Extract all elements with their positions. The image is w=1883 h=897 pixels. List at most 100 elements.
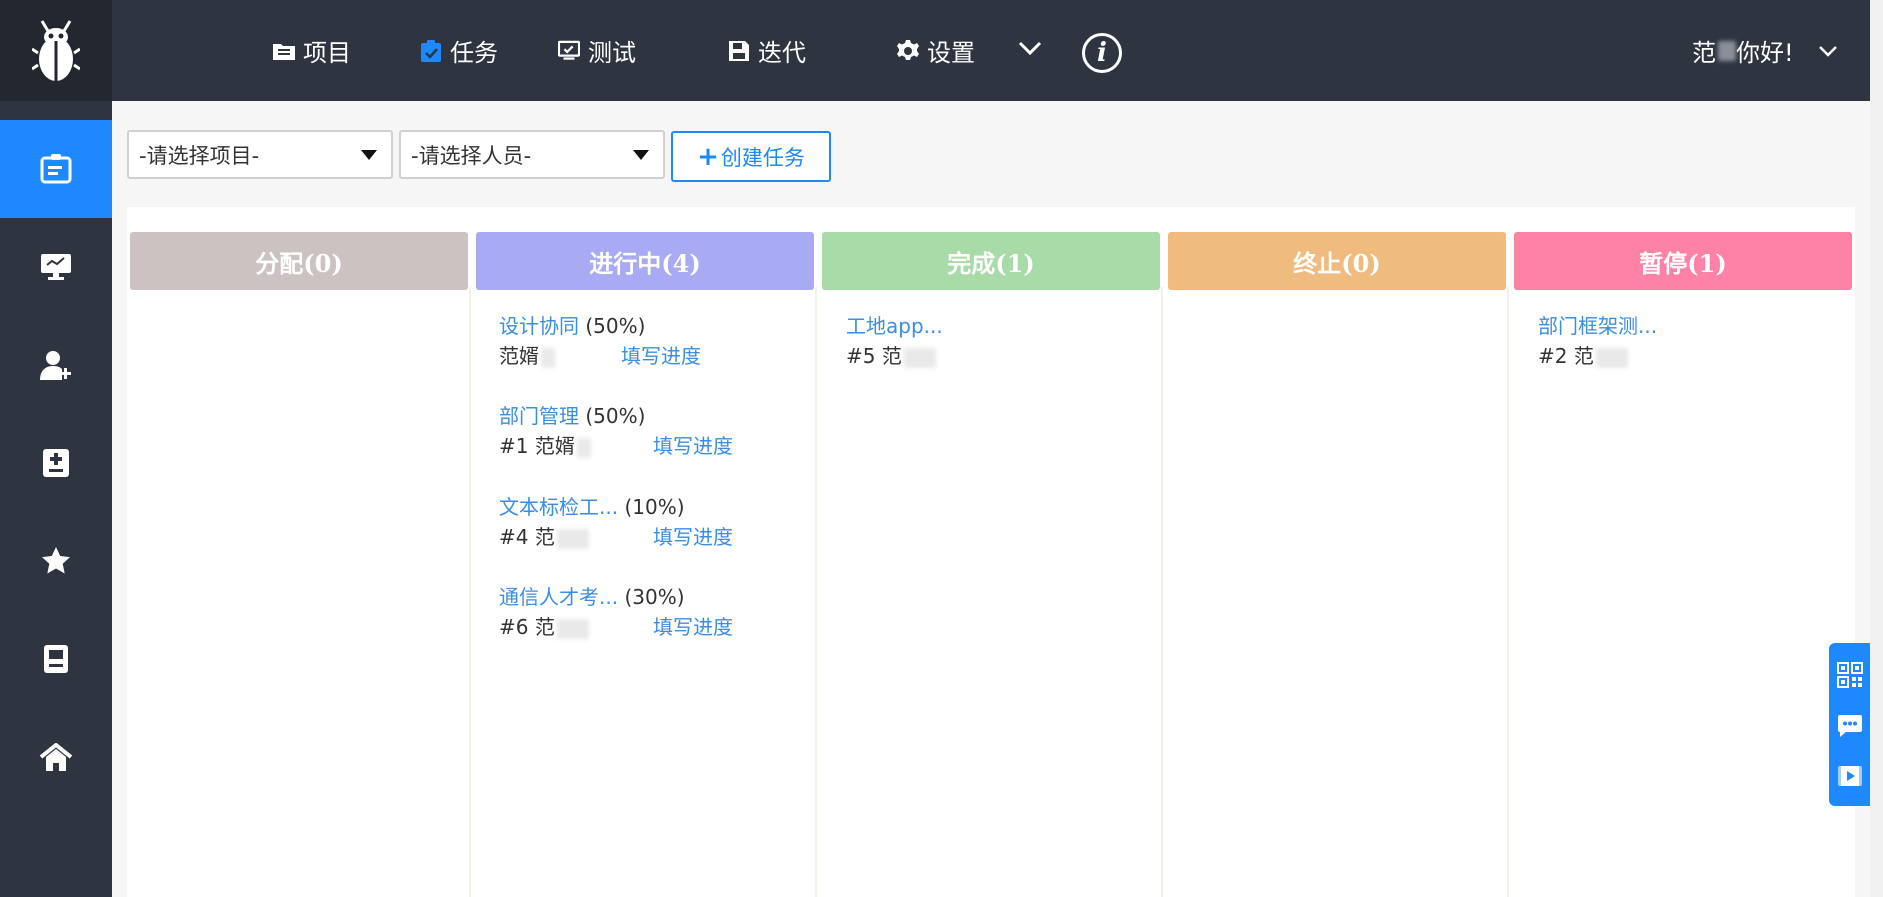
fill-progress-link[interactable]: 填写进度 (653, 521, 733, 550)
monitor-check-icon (558, 40, 580, 62)
fill-progress-link[interactable]: 填写进度 (653, 611, 733, 640)
task-progress: (30%) (624, 585, 685, 609)
task-owner: 范 (534, 615, 555, 639)
task-owner: 范 (1573, 344, 1594, 368)
task-name-link[interactable]: 工地app... (846, 314, 943, 338)
nav-item-projects[interactable]: 项目 (273, 0, 351, 101)
sidebar-item-home[interactable] (0, 708, 112, 806)
nav-label: 迭代 (758, 39, 806, 67)
chat-icon[interactable] (1837, 714, 1863, 738)
info-icon[interactable]: i (1082, 33, 1122, 73)
task-progress: (50%) (585, 404, 646, 428)
nav-item-iterations[interactable]: 迭代 (728, 0, 806, 101)
task-card: 通信人才考... (30%) #6 范 填写进度 (499, 581, 799, 641)
task-card: 文本标检工... (10%) #4 范 填写进度 (499, 491, 799, 551)
page-scrollbar[interactable] (1870, 0, 1883, 897)
task-progress: (50%) (585, 314, 646, 338)
redacted-name (556, 528, 589, 549)
sidebar-item-task-board[interactable] (0, 120, 112, 218)
qr-code-icon[interactable] (1836, 662, 1863, 689)
nav-label: 项目 (303, 39, 351, 67)
home-icon (39, 743, 73, 771)
task-board-icon (40, 154, 72, 184)
nav-label: 测试 (588, 39, 636, 67)
sidebar-item-monitor[interactable] (0, 218, 112, 316)
fill-progress-link[interactable]: 填写进度 (621, 340, 701, 369)
nav-item-tasks[interactable]: 任务 (420, 0, 498, 101)
clipboard-icon (420, 39, 442, 62)
floating-toolbar (1829, 643, 1870, 806)
nav-item-settings[interactable]: 设置 (897, 0, 975, 101)
task-card: 工地app... #5 范 (846, 310, 1146, 370)
task-owner: 范婿 (534, 434, 575, 458)
column-divider (1507, 287, 1509, 897)
chevron-down-icon[interactable] (1018, 40, 1042, 56)
monitor-icon (41, 254, 71, 280)
column-divider (1161, 287, 1163, 897)
caret-down-icon (633, 150, 649, 160)
person-select[interactable]: -请选择人员- (399, 130, 665, 179)
task-progress: (10%) (624, 495, 685, 519)
nav-label: 任务 (450, 39, 498, 67)
task-id: #4 (499, 525, 529, 549)
nav-item-tests[interactable]: 测试 (558, 0, 636, 101)
column-in-progress: 进行中(4) 设计协同 (50%) 范婿 填写进度 部门管理 (50%) #1 … (473, 207, 819, 897)
redacted-name (556, 618, 589, 639)
task-name-link[interactable]: 部门管理 (499, 404, 579, 428)
task-id: #2 (1538, 344, 1568, 368)
task-card: 部门管理 (50%) #1 范婿 填写进度 (499, 400, 799, 460)
column-terminated: 终止(0) (1165, 207, 1511, 897)
task-owner: 范 (881, 344, 902, 368)
column-paused: 暂停(1) 部门框架测... #2 范 (1511, 207, 1855, 897)
project-select[interactable]: -请选择项目- (127, 130, 393, 179)
plus-icon: + (697, 141, 719, 172)
gear-icon (897, 39, 919, 62)
nav-label: 设置 (927, 39, 975, 67)
task-id: #5 (846, 344, 876, 368)
column-header[interactable]: 终止(0) (1168, 232, 1506, 290)
create-task-button[interactable]: + 创建任务 (671, 131, 831, 182)
user-menu[interactable]: 范 你好! (1692, 0, 1838, 101)
redacted-name (576, 437, 591, 458)
person-select-value: -请选择人员- (411, 143, 532, 168)
task-owner: 范 (534, 525, 555, 549)
redacted-name (903, 347, 936, 368)
caret-down-icon (361, 150, 377, 160)
redacted-name (1718, 40, 1736, 61)
sidebar-item-add-user[interactable] (0, 316, 112, 414)
task-card: 部门框架测... #2 范 (1538, 310, 1838, 370)
star-icon (42, 547, 70, 574)
column-header[interactable]: 完成(1) (822, 232, 1160, 290)
task-name-link[interactable]: 通信人才考... (499, 585, 618, 609)
user-greeting: 你好! (1736, 39, 1794, 67)
app-logo[interactable] (0, 0, 112, 101)
redacted-name (541, 347, 555, 368)
document-plus-minus-icon (43, 449, 69, 477)
sidebar-item-document[interactable] (0, 414, 112, 512)
task-board: 分配(0) 进行中(4) 设计协同 (50%) 范婿 填写进度 部门管理 (50… (127, 207, 1855, 897)
task-name-link[interactable]: 设计协同 (499, 314, 579, 338)
column-divider (815, 287, 817, 897)
project-select-value: -请选择项目- (139, 143, 260, 168)
task-owner: 范婿 (499, 344, 539, 368)
sidebar-item-favorites[interactable] (0, 512, 112, 610)
task-card: 设计协同 (50%) 范婿 填写进度 (499, 310, 799, 370)
sidebar-item-contacts[interactable] (0, 610, 112, 708)
task-name-link[interactable]: 部门框架测... (1538, 314, 1657, 338)
chevron-down-icon (1818, 45, 1837, 57)
column-header[interactable]: 暂停(1) (1514, 232, 1852, 290)
redacted-name (1595, 347, 1628, 368)
video-icon[interactable] (1837, 765, 1863, 787)
folder-icon (273, 40, 295, 62)
column-header[interactable]: 分配(0) (130, 232, 468, 290)
task-name-link[interactable]: 文本标检工... (499, 495, 618, 519)
column-divider (469, 287, 471, 897)
column-header[interactable]: 进行中(4) (476, 232, 814, 290)
column-done: 完成(1) 工地app... #5 范 (819, 207, 1165, 897)
contact-card-icon (44, 645, 68, 673)
fill-progress-link[interactable]: 填写进度 (653, 430, 733, 459)
top-navbar: 项目 任务 测试 迭代 设置 i 范 你好! (0, 0, 1870, 101)
sidebar (0, 101, 112, 897)
user-name: 范 (1692, 39, 1716, 67)
save-icon (728, 40, 750, 62)
